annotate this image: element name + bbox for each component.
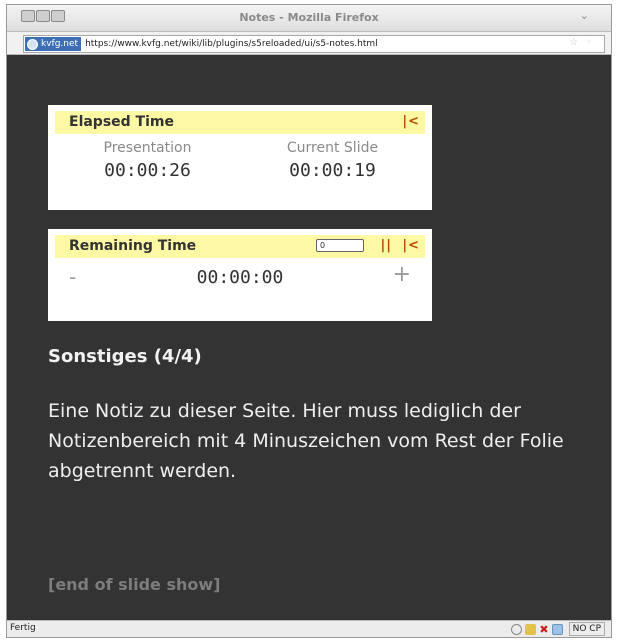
end-of-slideshow: [end of slide show] — [48, 575, 221, 594]
url-field[interactable]: kvfg.net https://www.kvfg.net/wiki/lib/p… — [23, 35, 605, 53]
status-text: Fertig — [10, 623, 36, 633]
location-bar: kvfg.net https://www.kvfg.net/wiki/lib/p… — [7, 32, 611, 55]
remaining-time-heading: Remaining Time — [69, 238, 197, 254]
plus-button[interactable]: + — [393, 262, 411, 287]
close-x-icon[interactable]: ✖ — [539, 624, 548, 635]
presentation-time: 00:00:26 — [104, 160, 191, 181]
folder-icon[interactable] — [525, 623, 537, 635]
elapsed-time-panel: Elapsed Time |< Presentation 00:00:26 Cu… — [48, 105, 432, 210]
bookmark-star-icon[interactable]: ☆◦ — [569, 37, 600, 48]
elapsed-timers: Presentation 00:00:26 Current Slide 00:0… — [55, 134, 425, 181]
elapsed-reset-button[interactable]: |< — [402, 114, 420, 129]
status-icons: ✖ NO CP — [511, 622, 605, 636]
site-identity-label: kvfg.net — [41, 39, 79, 49]
pause-button[interactable]: || — [381, 238, 393, 253]
slide-note: Eine Notiz zu dieser Seite. Hier muss le… — [48, 400, 564, 482]
window-menu-icon[interactable]: ⌄ — [580, 9, 589, 22]
refresh-icon[interactable] — [511, 623, 523, 635]
current-slide-time: 00:00:19 — [289, 160, 376, 181]
nocp-badge[interactable]: NO CP — [568, 622, 605, 636]
title-bar: Notes - Mozilla Firefox ⌄ — [7, 5, 611, 32]
remaining-time-panel: Remaining Time || |< - 00:00:00 + — [48, 229, 432, 321]
current-slide-timer: Current Slide 00:00:19 — [240, 134, 425, 181]
remaining-reset-button[interactable]: |< — [402, 238, 420, 253]
slide-title: Sonstiges (4/4) — [48, 346, 202, 367]
browser-window: Notes - Mozilla Firefox ⌄ kvfg.net https… — [6, 4, 612, 638]
elapsed-time-heading: Elapsed Time — [69, 114, 174, 130]
status-bar: Fertig ✖ NO CP — [7, 620, 611, 637]
minutes-input[interactable] — [316, 239, 364, 252]
notes-page: Elapsed Time |< Presentation 00:00:26 Cu… — [7, 55, 611, 621]
elapsed-time-header: Elapsed Time |< — [55, 111, 425, 134]
presentation-timer: Presentation 00:00:26 — [55, 134, 240, 181]
site-identity-button[interactable]: kvfg.net — [25, 37, 82, 51]
remaining-time: 00:00:00 — [196, 267, 284, 288]
globe-icon — [27, 38, 38, 50]
window-title: Notes - Mozilla Firefox — [239, 11, 379, 24]
remaining-time-header: Remaining Time || |< — [55, 235, 425, 258]
url-text[interactable]: https://www.kvfg.net/wiki/lib/plugins/s5… — [85, 39, 378, 49]
page-icon[interactable] — [551, 623, 563, 635]
presentation-label: Presentation — [103, 140, 192, 156]
current-slide-label: Current Slide — [286, 140, 379, 156]
remaining-timer-row: - 00:00:00 + — [55, 258, 425, 298]
